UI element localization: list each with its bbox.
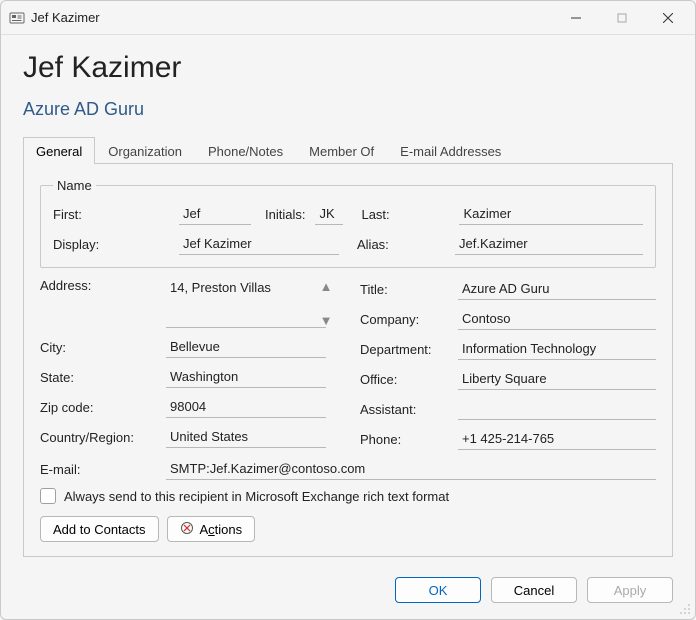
ok-button[interactable]: OK <box>395 577 481 603</box>
phone-field[interactable]: +1 425-214-765 <box>458 428 656 450</box>
department-field[interactable]: Information Technology <box>458 338 656 360</box>
city-field[interactable]: Bellevue <box>166 336 326 358</box>
office-label: Office: <box>360 372 448 387</box>
assistant-field[interactable] <box>458 398 656 420</box>
richtext-label: Always send to this recipient in Microso… <box>64 489 449 504</box>
address-field[interactable]: 14, Preston Villas <box>166 278 326 328</box>
close-button[interactable] <box>645 3 691 33</box>
content-area: Jef Kazimer Azure AD Guru General Organi… <box>1 35 695 561</box>
display-label: Display: <box>53 237 169 252</box>
tab-email-addresses[interactable]: E-mail Addresses <box>387 137 514 164</box>
initials-label: Initials: <box>265 207 305 222</box>
resize-grip-icon[interactable] <box>677 601 691 615</box>
email-label: E-mail: <box>40 462 156 477</box>
actions-label: Actions <box>200 522 243 537</box>
tab-member-of[interactable]: Member Of <box>296 137 387 164</box>
first-label: First: <box>53 207 169 222</box>
address-label: Address: <box>40 278 156 293</box>
window-title: Jef Kazimer <box>31 10 100 25</box>
country-field[interactable]: United States <box>166 426 326 448</box>
office-field[interactable]: Liberty Square <box>458 368 656 390</box>
state-label: State: <box>40 370 156 385</box>
first-field[interactable]: Jef <box>179 203 251 225</box>
add-to-contacts-button[interactable]: Add to Contacts <box>40 516 159 542</box>
address-down-icon[interactable]: ▼ <box>318 312 334 328</box>
tab-organization[interactable]: Organization <box>95 137 195 164</box>
header-subtitle: Azure AD Guru <box>23 99 673 120</box>
department-label: Department: <box>360 342 448 357</box>
actions-button[interactable]: Actions <box>167 516 256 542</box>
address-up-icon[interactable]: ▲ <box>318 278 334 294</box>
header-name: Jef Kazimer <box>23 51 673 85</box>
country-label: Country/Region: <box>40 430 156 445</box>
dialog-button-row: OK Cancel Apply <box>1 561 695 619</box>
state-field[interactable]: Washington <box>166 366 326 388</box>
contact-properties-window: Jef Kazimer Jef Kazimer Azure AD Guru Ge… <box>0 0 696 620</box>
company-label: Company: <box>360 312 448 327</box>
minimize-button[interactable] <box>553 3 599 33</box>
general-panel: Name First: Jef Initials: JK Last: Kazim… <box>23 164 673 557</box>
titlebar: Jef Kazimer <box>1 1 695 35</box>
apply-button[interactable]: Apply <box>587 577 673 603</box>
city-label: City: <box>40 340 156 355</box>
actions-icon <box>180 521 194 538</box>
initials-field[interactable]: JK <box>315 203 343 225</box>
name-fieldset: Name First: Jef Initials: JK Last: Kazim… <box>40 178 656 268</box>
richtext-checkbox[interactable] <box>40 488 56 504</box>
email-field[interactable]: SMTP:Jef.Kazimer@contoso.com <box>166 458 656 480</box>
alias-field[interactable]: Jef.Kazimer <box>455 233 643 255</box>
display-field[interactable]: Jef Kazimer <box>179 233 339 255</box>
tabstrip: General Organization Phone/Notes Member … <box>23 136 673 164</box>
maximize-button[interactable] <box>599 3 645 33</box>
right-column: Title: Azure AD Guru Company: Contoso De… <box>360 278 656 450</box>
last-field[interactable]: Kazimer <box>459 203 643 225</box>
company-field[interactable]: Contoso <box>458 308 656 330</box>
assistant-label: Assistant: <box>360 402 448 417</box>
last-label: Last: <box>361 207 449 222</box>
contact-card-icon <box>9 10 25 26</box>
address-spinner: ▲ ▼ <box>318 278 334 328</box>
name-legend: Name <box>53 178 96 193</box>
left-column: Address: 14, Preston Villas ▲ ▼ City: Be… <box>40 278 336 450</box>
cancel-button[interactable]: Cancel <box>491 577 577 603</box>
zip-field[interactable]: 98004 <box>166 396 326 418</box>
title-label: Title: <box>360 282 448 297</box>
tab-general[interactable]: General <box>23 137 95 164</box>
alias-label: Alias: <box>357 237 445 252</box>
tab-phone-notes[interactable]: Phone/Notes <box>195 137 296 164</box>
zip-label: Zip code: <box>40 400 156 415</box>
title-field[interactable]: Azure AD Guru <box>458 278 656 300</box>
phone-label: Phone: <box>360 432 448 447</box>
